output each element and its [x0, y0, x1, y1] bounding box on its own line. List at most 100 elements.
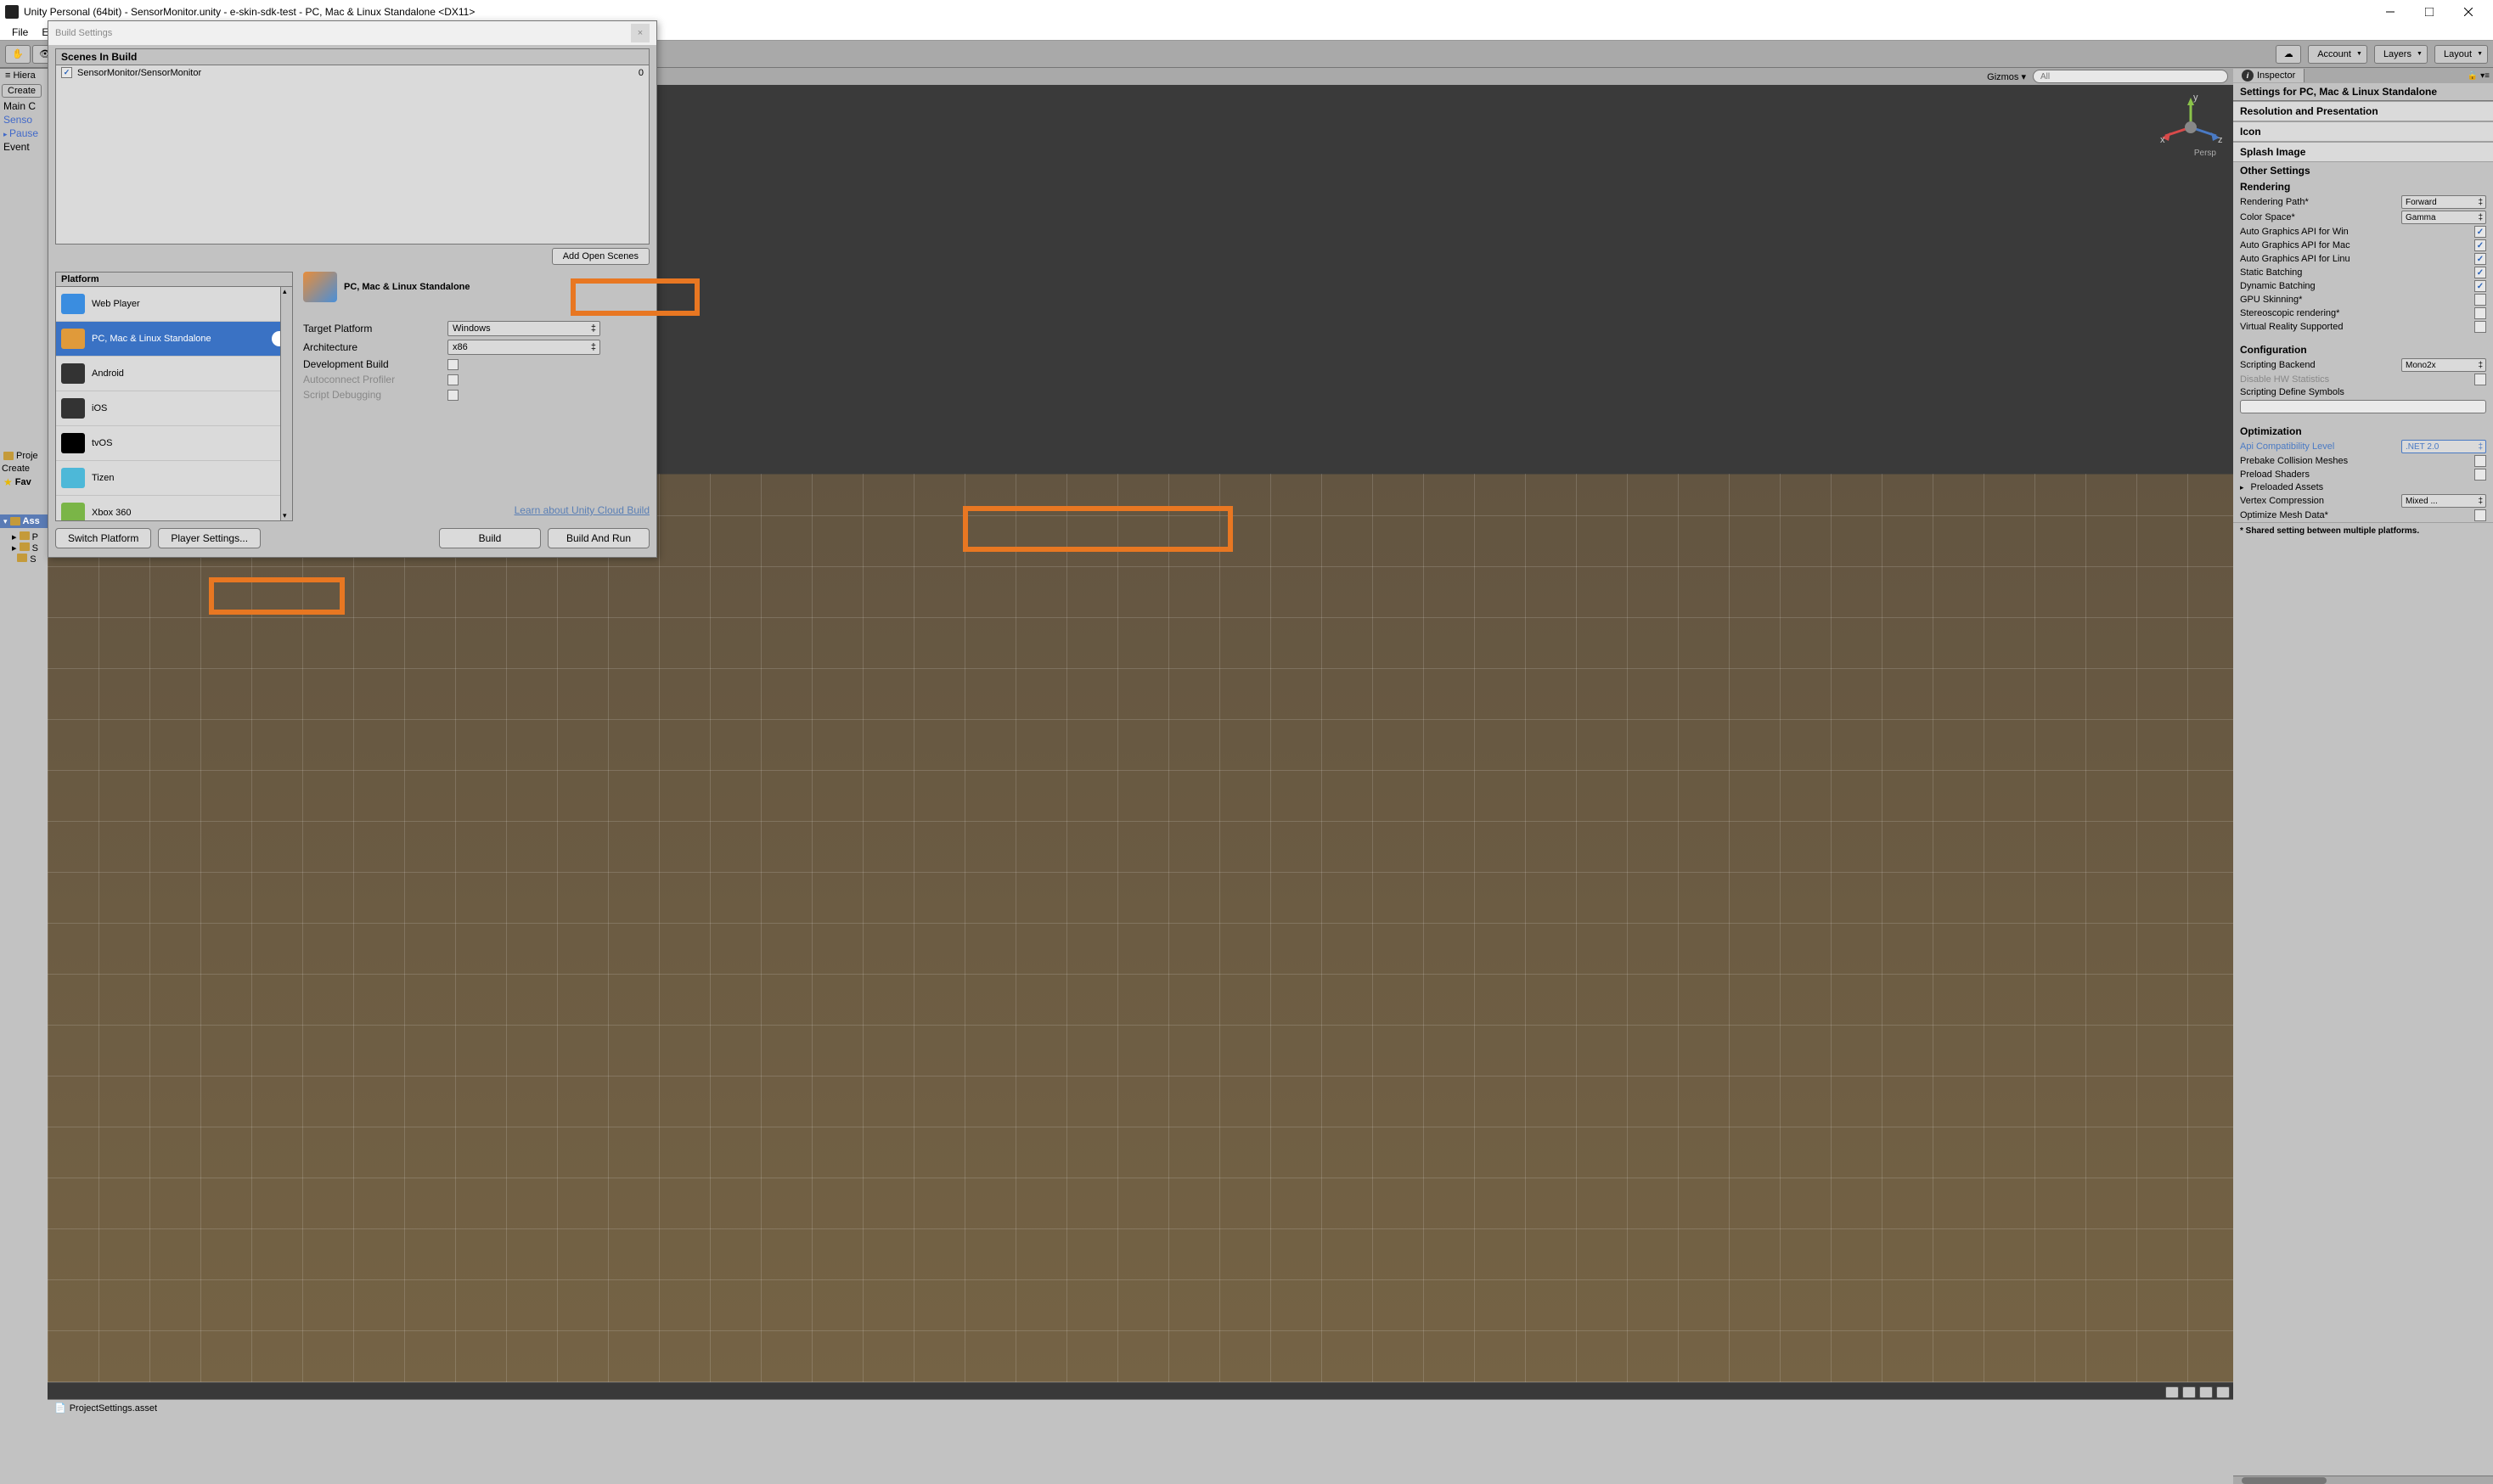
project-subfolder[interactable]: ▸ S — [12, 542, 38, 554]
folder-icon — [20, 542, 30, 551]
inspector-select[interactable]: .NET 2.0 — [2401, 440, 2486, 453]
scene-item[interactable]: SensorMonitor/SensorMonitor 0 — [56, 65, 649, 80]
section-other[interactable]: Other Settings — [2233, 162, 2493, 179]
preview-icon[interactable] — [2165, 1386, 2179, 1398]
platform-item[interactable]: Xbox 360 — [56, 496, 292, 520]
scene-list[interactable]: SensorMonitor/SensorMonitor 0 — [56, 65, 649, 244]
inspector-checkbox[interactable] — [2474, 253, 2486, 265]
inspector-checkbox[interactable] — [2474, 307, 2486, 319]
build-option-select[interactable]: x86 — [447, 340, 600, 355]
preloaded-assets-expand[interactable]: Preloaded Assets — [2233, 481, 2493, 493]
account-dropdown[interactable]: Account — [2308, 45, 2367, 64]
inspector-label: Auto Graphics API for Win — [2240, 227, 2469, 237]
cloud-button[interactable]: ☁ — [2276, 45, 2301, 64]
inspector-checkbox[interactable] — [2474, 509, 2486, 521]
inspector-checkbox[interactable] — [2474, 280, 2486, 292]
favorites-item[interactable]: ★Fav — [0, 475, 48, 489]
build-option-checkbox[interactable] — [447, 359, 459, 370]
inspector-checkbox[interactable] — [2474, 239, 2486, 251]
hierarchy-tab[interactable]: ≡ Hiera — [0, 68, 48, 82]
inspector-tab[interactable]: i Inspector — [2233, 69, 2304, 82]
section-splash[interactable]: Splash Image — [2233, 142, 2493, 162]
inspector-label: Auto Graphics API for Linu — [2240, 254, 2469, 264]
inspector-label: Static Batching — [2240, 267, 2469, 278]
inspector-row: Virtual Reality Supported — [2233, 320, 2493, 334]
project-tab[interactable]: Proje — [0, 450, 48, 462]
project-subfolder[interactable]: ▸ P — [12, 531, 38, 542]
preview-icon[interactable] — [2199, 1386, 2213, 1398]
platform-item[interactable]: PC, Mac & Linux Standalone — [56, 322, 292, 357]
platform-item[interactable]: Android — [56, 357, 292, 391]
platform-scrollbar[interactable] — [280, 287, 292, 520]
platform-item[interactable]: Tizen — [56, 461, 292, 496]
dialog-close-button[interactable]: × — [631, 24, 650, 42]
inspector-tab-row: i Inspector 🔒 ▾≡ — [2233, 68, 2493, 83]
hierarchy-create-button[interactable]: Create — [2, 84, 42, 98]
axis-z-label: z — [2218, 135, 2223, 145]
group-configuration: Configuration — [2233, 342, 2493, 357]
add-open-scenes-button[interactable]: Add Open Scenes — [552, 248, 650, 265]
dialog-titlebar[interactable]: Build Settings × — [48, 21, 656, 45]
build-option-label: Autoconnect Profiler — [303, 374, 447, 385]
perspective-label[interactable]: Persp — [2194, 149, 2216, 158]
inspector-checkbox[interactable] — [2474, 374, 2486, 385]
platform-icon — [61, 398, 85, 419]
player-settings-button[interactable]: Player Settings... — [158, 528, 261, 548]
hierarchy-item[interactable]: Senso — [0, 113, 48, 126]
project-subfolder[interactable]: S — [12, 554, 38, 565]
inspector-row: Auto Graphics API for Linu — [2233, 252, 2493, 266]
menu-file[interactable]: File — [5, 26, 35, 38]
viewport-grid — [48, 474, 2233, 1382]
inspector-select[interactable]: Forward — [2401, 195, 2486, 209]
lock-icon[interactable]: 🔒 ▾≡ — [2464, 71, 2493, 81]
inspector-row: Preload Shaders — [2233, 468, 2493, 481]
scene-checkbox[interactable] — [61, 67, 72, 78]
platform-icon — [61, 329, 85, 349]
layout-dropdown[interactable]: Layout — [2434, 45, 2488, 64]
platform-item[interactable]: iOS — [56, 391, 292, 426]
layers-dropdown[interactable]: Layers — [2374, 45, 2428, 64]
inspector-label: Dynamic Batching — [2240, 281, 2469, 291]
platform-icon — [61, 433, 85, 453]
scenes-header: Scenes In Build — [56, 49, 649, 65]
maximize-button[interactable] — [2410, 0, 2449, 24]
build-option-label: Script Debugging — [303, 389, 447, 401]
inspector-label: Vertex Compression — [2240, 496, 2396, 506]
platform-item[interactable]: Web Player — [56, 287, 292, 322]
hand-tool-button[interactable]: ✋ — [5, 45, 31, 64]
inspector-checkbox[interactable] — [2474, 469, 2486, 481]
build-option-select[interactable]: Windows — [447, 321, 600, 336]
preview-icon[interactable] — [2216, 1386, 2230, 1398]
inspector-checkbox[interactable] — [2474, 294, 2486, 306]
assets-folder-selected[interactable]: Ass — [0, 514, 48, 528]
project-create-button[interactable]: Create — [2, 464, 46, 474]
inspector-checkbox[interactable] — [2474, 226, 2486, 238]
build-and-run-button[interactable]: Build And Run — [548, 528, 650, 548]
cloud-build-link[interactable]: Learn about Unity Cloud Build — [303, 499, 650, 521]
hierarchy-item[interactable]: Event — [0, 140, 48, 154]
close-button[interactable] — [2449, 0, 2488, 24]
preview-icon[interactable] — [2182, 1386, 2196, 1398]
axis-gizmo[interactable]: z x y Persp — [2157, 93, 2225, 161]
inspector-select[interactable]: Mono2x — [2401, 358, 2486, 372]
platform-item[interactable]: tvOS — [56, 426, 292, 461]
section-icon[interactable]: Icon — [2233, 121, 2493, 142]
hierarchy-item[interactable]: Pause — [0, 126, 48, 140]
switch-platform-button[interactable]: Switch Platform — [55, 528, 151, 548]
scripting-symbols-input[interactable] — [2240, 400, 2486, 413]
inspector-select[interactable]: Gamma — [2401, 211, 2486, 224]
inspector-checkbox[interactable] — [2474, 267, 2486, 278]
scene-search-input[interactable] — [2033, 70, 2228, 83]
inspector-checkbox[interactable] — [2474, 321, 2486, 333]
hierarchy-item[interactable]: Main C — [0, 99, 48, 113]
inspector-checkbox[interactable] — [2474, 455, 2486, 467]
minimize-button[interactable] — [2371, 0, 2410, 24]
inspector-select[interactable]: Mixed ... — [2401, 494, 2486, 508]
gizmos-dropdown[interactable]: Gizmos ▾ — [1987, 71, 2026, 82]
platform-icon — [61, 363, 85, 384]
section-resolution[interactable]: Resolution and Presentation — [2233, 101, 2493, 121]
inspector-scrollbar[interactable] — [2233, 1476, 2493, 1484]
build-button[interactable]: Build — [439, 528, 541, 548]
folder-icon — [10, 517, 20, 526]
platform-list[interactable]: Web PlayerPC, Mac & Linux StandaloneAndr… — [56, 287, 292, 520]
